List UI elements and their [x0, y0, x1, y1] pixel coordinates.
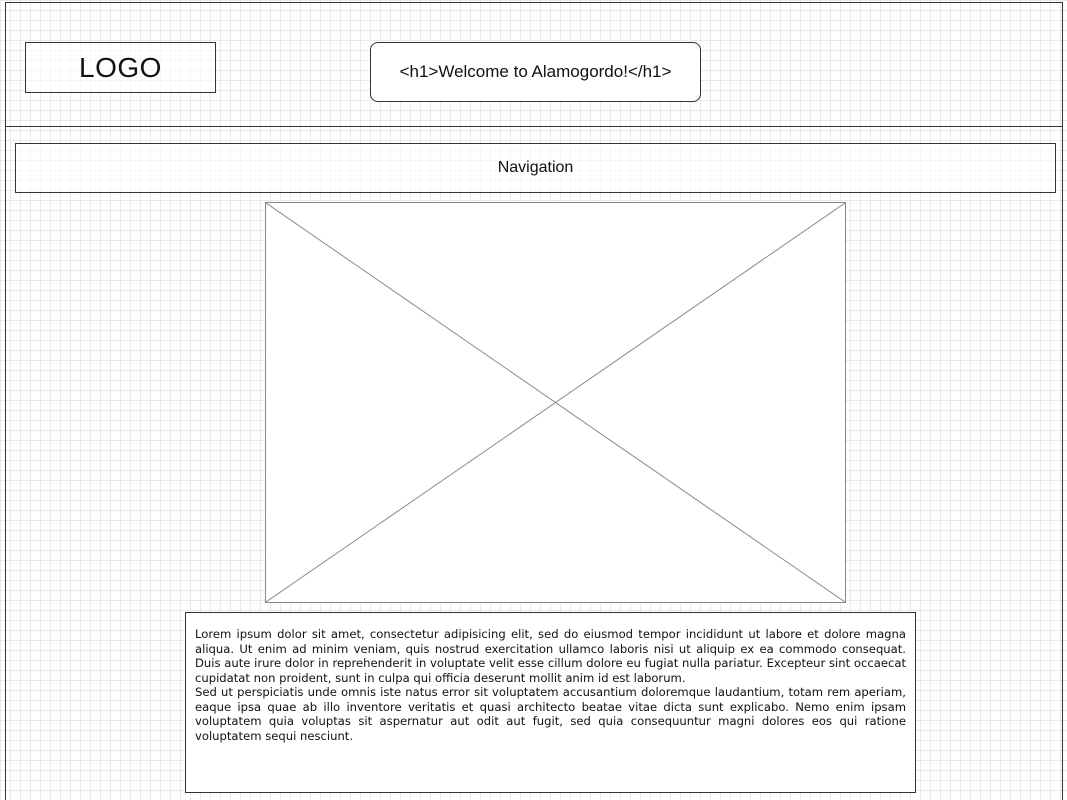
logo-text: LOGO	[79, 51, 162, 83]
header-divider	[5, 126, 1063, 127]
content-paragraph-1: Lorem ipsum dolor sit amet, consectetur …	[195, 627, 906, 685]
navigation-label: Navigation	[497, 159, 574, 176]
logo[interactable]: LOGO	[25, 42, 216, 93]
page-title: <h1>Welcome to Alamogordo!</h1>	[370, 42, 701, 102]
navigation-bar[interactable]: Navigation	[15, 143, 1056, 193]
content-text-box: Lorem ipsum dolor sit amet, consectetur …	[185, 612, 916, 793]
page-title-text: <h1>Welcome to Alamogordo!</h1>	[399, 62, 672, 81]
content-paragraph-2: Sed ut perspiciatis unde omnis iste natu…	[195, 685, 906, 743]
image-placeholder-icon	[266, 203, 845, 602]
image-placeholder	[265, 202, 846, 603]
